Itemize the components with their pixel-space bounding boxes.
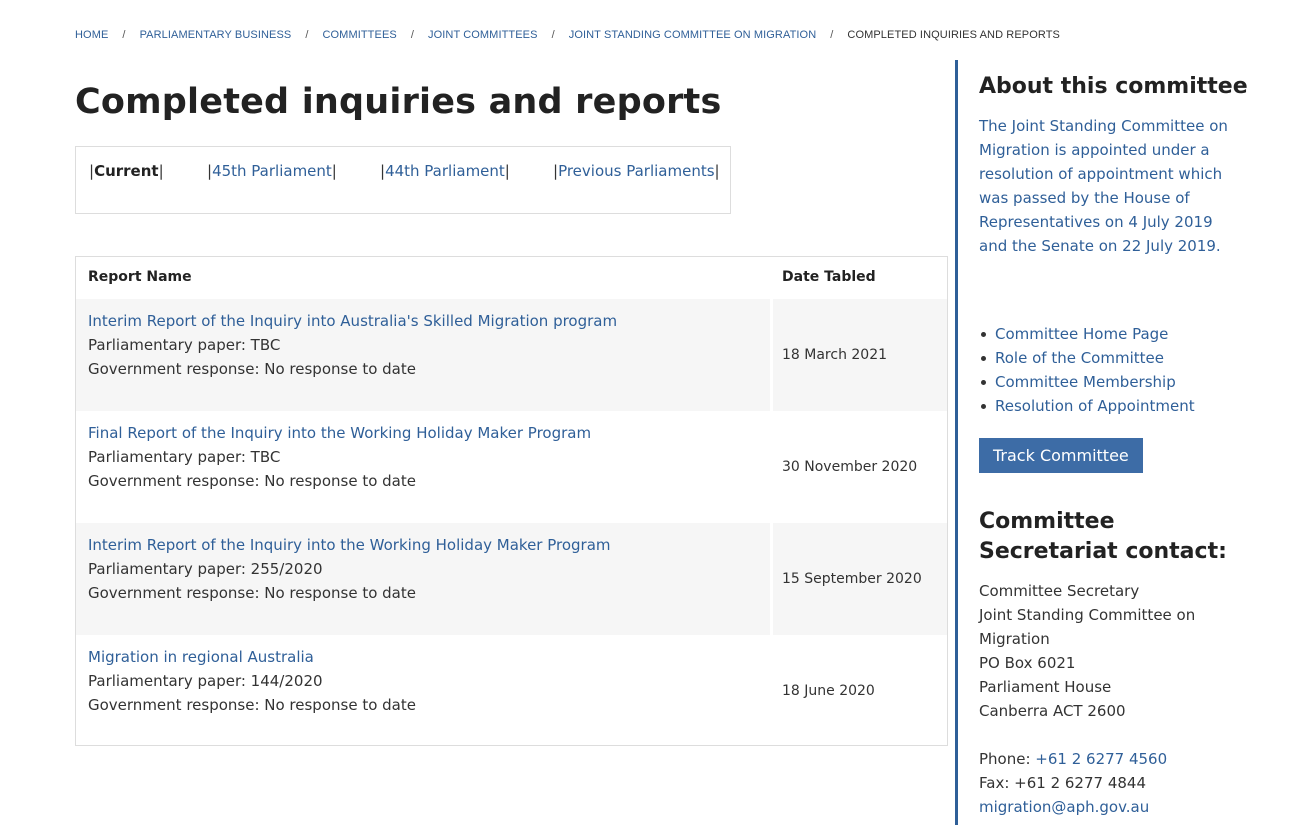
breadcrumb: HOME / PARLIAMENTARY BUSINESS / COMMITTE… xyxy=(75,29,1060,41)
date-tabled: 15 September 2020 xyxy=(773,523,947,635)
table-row: Final Report of the Inquiry into the Wor… xyxy=(76,411,947,523)
phone-line: Phone: +61 2 6277 4560 xyxy=(979,747,1269,771)
breadcrumb-separator: / xyxy=(305,29,309,41)
bullet-icon xyxy=(981,404,986,409)
report-title-link[interactable]: Final Report of the Inquiry into the Wor… xyxy=(88,421,758,445)
phone-link[interactable]: +61 2 6277 4560 xyxy=(1035,750,1167,768)
breadcrumb-separator: / xyxy=(410,29,414,41)
parliament-tabs: |Current| |45th Parliament| |44th Parlia… xyxy=(75,146,731,214)
address-line: Joint Standing Committee on xyxy=(979,606,1196,624)
breadcrumb-migration-committee[interactable]: JOINT STANDING COMMITTEE ON MIGRATION xyxy=(569,29,817,41)
parliamentary-paper: Parliamentary paper: 144/2020 xyxy=(88,672,323,690)
tab-previous-parliaments-label[interactable]: Previous Parliaments xyxy=(558,162,714,180)
report-name-cell: Final Report of the Inquiry into the Wor… xyxy=(76,411,770,523)
resolution-of-appointment-link[interactable]: Resolution of Appointment xyxy=(995,397,1195,415)
tab-current[interactable]: |Current| xyxy=(89,162,164,180)
table-row: Interim Report of the Inquiry into the W… xyxy=(76,523,947,635)
committee-links: Committee Home Page Role of the Committe… xyxy=(979,322,1269,418)
breadcrumb-committees[interactable]: COMMITTEES xyxy=(322,29,396,41)
reports-table: Report Name Date Tabled Interim Report o… xyxy=(75,256,948,746)
breadcrumb-joint-committees[interactable]: JOINT COMMITTEES xyxy=(428,29,538,41)
report-title-link[interactable]: Interim Report of the Inquiry into Austr… xyxy=(88,309,758,333)
parliamentary-paper: Parliamentary paper: TBC xyxy=(88,448,281,466)
tab-divider: | xyxy=(158,162,164,180)
report-name-cell: Interim Report of the Inquiry into the W… xyxy=(76,523,770,635)
address-line: Committee Secretary xyxy=(979,582,1140,600)
committee-membership-link[interactable]: Committee Membership xyxy=(995,373,1176,391)
tab-44th-parliament[interactable]: |44th Parliament| xyxy=(380,162,510,180)
tab-current-label: Current xyxy=(94,162,159,180)
about-committee-heading: About this committee xyxy=(979,74,1248,99)
secretariat-contact-heading: Committee Secretariat contact: xyxy=(979,509,1227,564)
tab-45th-parliament-label[interactable]: 45th Parliament xyxy=(212,162,332,180)
role-of-committee-link[interactable]: Role of the Committee xyxy=(995,349,1164,367)
address-line: PO Box 6021 xyxy=(979,654,1076,672)
report-name-cell: Interim Report of the Inquiry into Austr… xyxy=(76,299,770,411)
tab-44th-parliament-label[interactable]: 44th Parliament xyxy=(385,162,505,180)
report-name-cell: Migration in regional Australia Parliame… xyxy=(76,635,770,747)
tab-divider: | xyxy=(331,162,337,180)
page-title: Completed inquiries and reports xyxy=(75,82,722,122)
list-item: Committee Membership xyxy=(979,370,1269,394)
fax-line: Fax: +61 2 6277 4844 xyxy=(979,774,1146,792)
address-line: Parliament House xyxy=(979,678,1112,696)
list-item: Resolution of Appointment xyxy=(979,394,1269,418)
about-committee-text[interactable]: The Joint Standing Committee on Migratio… xyxy=(979,114,1244,258)
sidebar-divider xyxy=(955,60,958,825)
list-item: Committee Home Page xyxy=(979,322,1269,346)
report-title-link[interactable]: Migration in regional Australia xyxy=(88,645,758,669)
date-tabled: 30 November 2020 xyxy=(782,459,918,475)
breadcrumb-separator: / xyxy=(122,29,126,41)
government-response: Government response: No response to date xyxy=(88,696,416,714)
address-line: Migration xyxy=(979,630,1050,648)
government-response: Government response: No response to date xyxy=(88,472,416,490)
tab-divider: | xyxy=(714,162,720,180)
date-tabled: 18 June 2020 xyxy=(782,683,875,699)
parliamentary-paper: Parliamentary paper: 255/2020 xyxy=(88,560,323,578)
tab-previous-parliaments[interactable]: |Previous Parliaments| xyxy=(553,162,720,180)
bullet-icon xyxy=(981,380,986,385)
report-title-link[interactable]: Interim Report of the Inquiry into the W… xyxy=(88,533,758,557)
breadcrumb-parliamentary-business[interactable]: PARLIAMENTARY BUSINESS xyxy=(140,29,292,41)
bullet-icon xyxy=(981,332,986,337)
tab-divider: | xyxy=(504,162,510,180)
secretariat-contact-details: Phone: +61 2 6277 4560 Fax: +61 2 6277 4… xyxy=(979,747,1269,819)
table-row: Interim Report of the Inquiry into Austr… xyxy=(76,299,947,411)
committee-home-page-link[interactable]: Committee Home Page xyxy=(995,325,1168,343)
date-tabled: 18 March 2021 xyxy=(773,299,947,411)
bullet-icon xyxy=(981,356,986,361)
government-response: Government response: No response to date xyxy=(88,360,416,378)
breadcrumb-current-page: COMPLETED INQUIRIES AND REPORTS xyxy=(847,29,1060,41)
track-committee-button[interactable]: Track Committee xyxy=(979,438,1143,473)
address-line: Canberra ACT 2600 xyxy=(979,702,1126,720)
sidebar: About this committee The Joint Standing … xyxy=(979,72,1269,819)
column-header-report-name: Report Name xyxy=(88,269,192,285)
secretariat-address: Committee Secretary Joint Standing Commi… xyxy=(979,579,1269,723)
phone-label: Phone: xyxy=(979,750,1036,768)
breadcrumb-separator: / xyxy=(551,29,555,41)
table-row: Migration in regional Australia Parliame… xyxy=(76,635,947,747)
list-item: Role of the Committee xyxy=(979,346,1269,370)
parliamentary-paper: Parliamentary paper: TBC xyxy=(88,336,281,354)
breadcrumb-separator: / xyxy=(830,29,834,41)
government-response: Government response: No response to date xyxy=(88,584,416,602)
column-header-date-tabled: Date Tabled xyxy=(782,269,876,285)
breadcrumb-home[interactable]: HOME xyxy=(75,29,108,41)
email-link[interactable]: migration@aph.gov.au xyxy=(979,795,1269,819)
tab-45th-parliament[interactable]: |45th Parliament| xyxy=(207,162,337,180)
